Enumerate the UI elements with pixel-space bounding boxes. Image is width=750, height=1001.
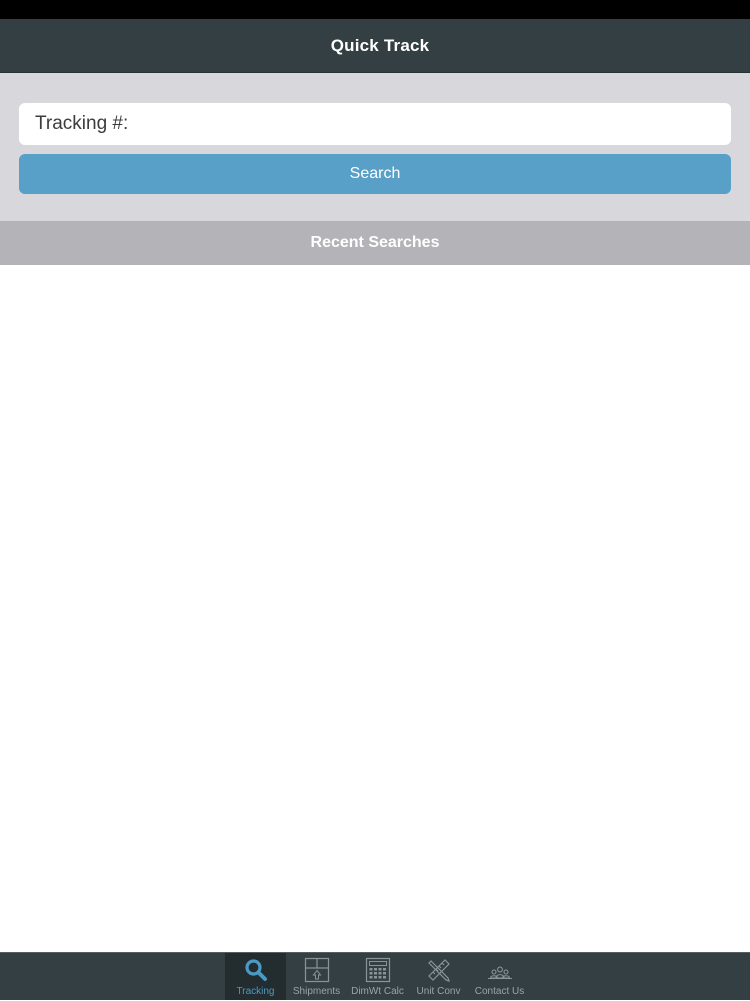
tracking-number-input[interactable] xyxy=(19,103,731,145)
tab-label: Contact Us xyxy=(474,986,525,997)
tab-dimwt-calc[interactable]: DimWt Calc xyxy=(347,953,408,1000)
tab-tracking[interactable]: Tracking xyxy=(225,953,286,1000)
tab-shipments[interactable]: Shipments xyxy=(286,953,347,1000)
tab-label: DimWt Calc xyxy=(351,986,404,997)
status-bar xyxy=(0,0,750,19)
search-button[interactable]: Search xyxy=(19,154,731,194)
search-icon xyxy=(244,959,267,981)
tab-label: Tracking xyxy=(236,986,275,997)
people-icon xyxy=(487,966,512,980)
navigation-bar: Quick Track xyxy=(0,19,750,73)
recent-searches-list xyxy=(0,265,750,952)
calculator-icon xyxy=(365,957,390,983)
tab-bar: Tracking Shipments DimWt Calc Unit Conv … xyxy=(0,952,750,1000)
tab-label: Shipments xyxy=(292,986,341,997)
search-area: Search xyxy=(0,73,750,221)
tab-contact-us[interactable]: Contact Us xyxy=(469,953,530,1000)
page-title: Quick Track xyxy=(330,35,430,55)
ruler-pencil-icon xyxy=(427,959,450,982)
tab-label: Unit Conv xyxy=(416,986,461,997)
package-icon xyxy=(304,957,329,983)
tab-unit-conv[interactable]: Unit Conv xyxy=(408,953,469,1000)
recent-searches-title: Recent Searches xyxy=(310,234,440,251)
recent-searches-header: Recent Searches xyxy=(0,221,750,265)
